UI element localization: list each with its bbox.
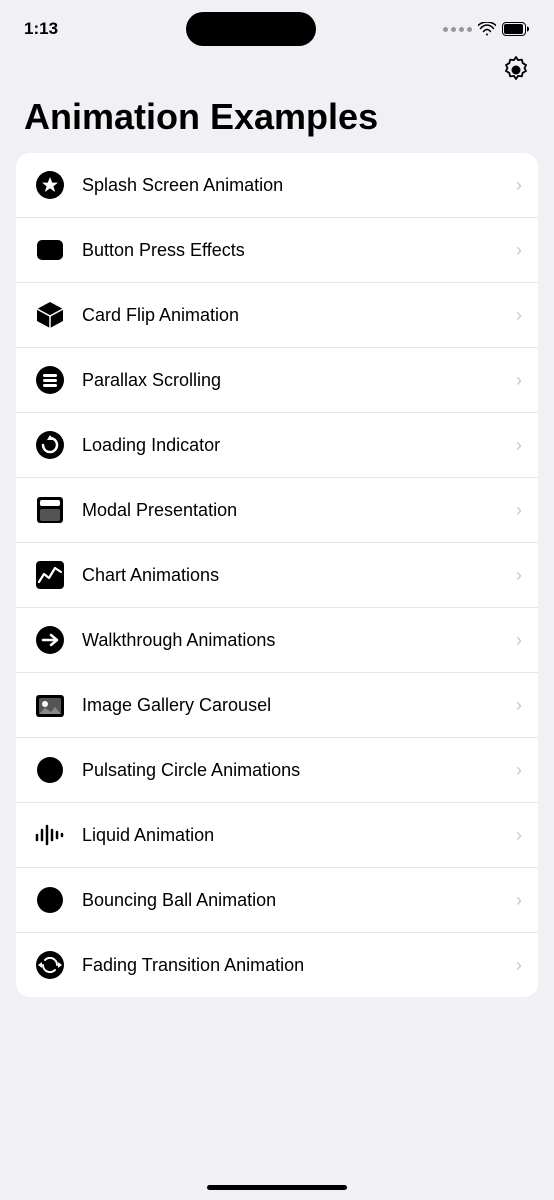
star-circle-icon <box>32 167 68 203</box>
page-title: Animation Examples <box>0 88 554 153</box>
waveform-icon <box>32 817 68 853</box>
sync-circle-icon <box>32 947 68 983</box>
chevron-right-icon: › <box>516 500 522 521</box>
chart-icon <box>32 557 68 593</box>
list-item[interactable]: Image Gallery Carousel › <box>16 673 538 738</box>
list-item[interactable]: Pulsating Circle Animations › <box>16 738 538 803</box>
list-item[interactable]: Bouncing Ball Animation › <box>16 868 538 933</box>
chevron-right-icon: › <box>516 630 522 651</box>
list-item[interactable]: Splash Screen Animation › <box>16 153 538 218</box>
status-bar: 1:13 <box>0 0 554 52</box>
list-item-label: Modal Presentation <box>82 500 508 521</box>
list-item[interactable]: Liquid Animation › <box>16 803 538 868</box>
chevron-right-icon: › <box>516 890 522 911</box>
list-icon <box>32 362 68 398</box>
chevron-right-icon: › <box>516 435 522 456</box>
animation-list: Splash Screen Animation › Button Press E… <box>16 153 538 997</box>
list-item-label: Walkthrough Animations <box>82 630 508 651</box>
list-item-label: Pulsating Circle Animations <box>82 760 508 781</box>
chevron-right-icon: › <box>516 955 522 976</box>
wifi-icon <box>478 22 496 36</box>
status-time: 1:13 <box>24 19 58 39</box>
status-icons <box>443 22 530 36</box>
home-indicator <box>207 1185 347 1190</box>
chevron-right-icon: › <box>516 370 522 391</box>
chevron-right-icon: › <box>516 695 522 716</box>
rounded-rect-icon <box>32 232 68 268</box>
list-item[interactable]: Parallax Scrolling › <box>16 348 538 413</box>
list-item[interactable]: Modal Presentation › <box>16 478 538 543</box>
dynamic-island <box>186 12 316 46</box>
list-item-label: Splash Screen Animation <box>82 175 508 196</box>
chevron-right-icon: › <box>516 565 522 586</box>
chevron-right-icon: › <box>516 760 522 781</box>
list-item[interactable]: Card Flip Animation › <box>16 283 538 348</box>
chevron-right-icon: › <box>516 825 522 846</box>
chevron-right-icon: › <box>516 240 522 261</box>
list-item[interactable]: Fading Transition Animation › <box>16 933 538 997</box>
list-item-label: Fading Transition Animation <box>82 955 508 976</box>
list-item-label: Chart Animations <box>82 565 508 586</box>
battery-icon <box>502 22 530 36</box>
circle-icon <box>32 752 68 788</box>
list-item-label: Bouncing Ball Animation <box>82 890 508 911</box>
modal-icon <box>32 492 68 528</box>
list-item-label: Card Flip Animation <box>82 305 508 326</box>
arrow-circle-icon <box>32 622 68 658</box>
chevron-right-icon: › <box>516 305 522 326</box>
list-item[interactable]: Walkthrough Animations › <box>16 608 538 673</box>
list-item[interactable]: Button Press Effects › <box>16 218 538 283</box>
list-item-label: Liquid Animation <box>82 825 508 846</box>
list-item-label: Image Gallery Carousel <box>82 695 508 716</box>
refresh-circle-icon <box>32 427 68 463</box>
ball-icon <box>32 882 68 918</box>
gallery-icon <box>32 687 68 723</box>
signal-icon <box>443 27 472 32</box>
list-item[interactable]: Loading Indicator › <box>16 413 538 478</box>
settings-container <box>0 52 554 88</box>
gear-icon[interactable] <box>502 56 530 84</box>
list-item-label: Loading Indicator <box>82 435 508 456</box>
list-item-label: Button Press Effects <box>82 240 508 261</box>
list-item[interactable]: Chart Animations › <box>16 543 538 608</box>
list-item-label: Parallax Scrolling <box>82 370 508 391</box>
cube-icon <box>32 297 68 333</box>
chevron-right-icon: › <box>516 175 522 196</box>
